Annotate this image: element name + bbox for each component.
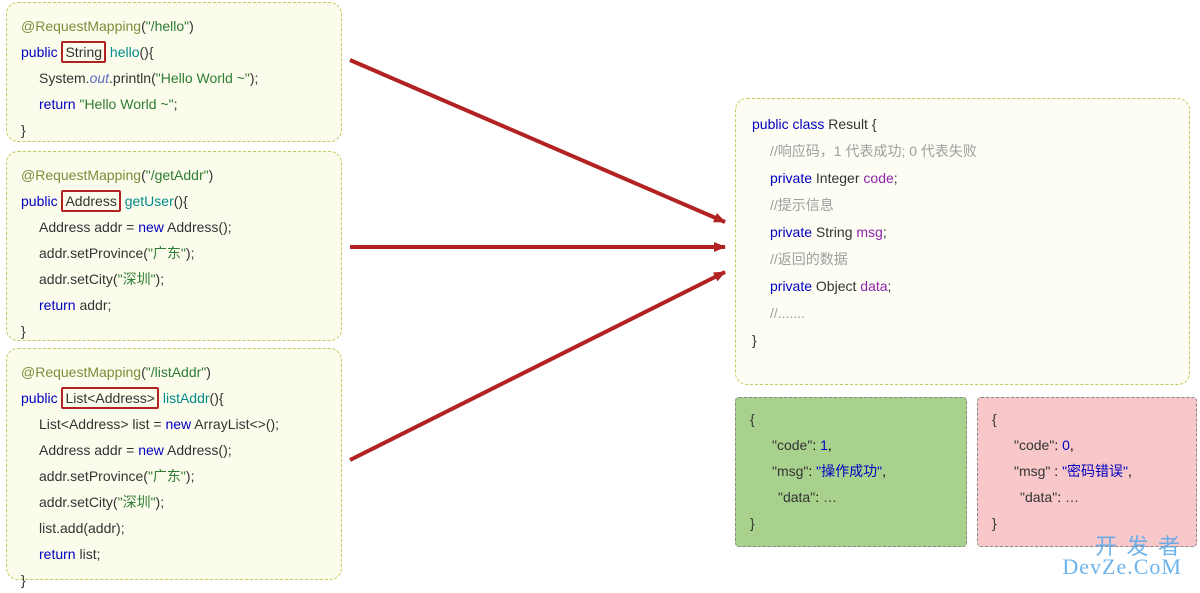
code-line: return addr;	[21, 292, 327, 318]
code-line: Address addr = new Address();	[21, 214, 327, 240]
return-type-highlight: String	[61, 41, 106, 63]
json-line: "code": 0,	[992, 432, 1182, 458]
annotation: @RequestMapping	[21, 18, 141, 34]
code-line: }	[21, 117, 327, 143]
json-line: "data": …	[750, 484, 952, 510]
code-line: addr.setCity("深圳");	[21, 266, 327, 292]
code-comment: //响应码，1 代表成功; 0 代表失败	[752, 138, 1173, 165]
code-line: }	[21, 318, 327, 344]
code-line: @RequestMapping("/listAddr")	[21, 359, 327, 385]
code-comment: //.......	[752, 300, 1173, 327]
code-line: list.add(addr);	[21, 515, 327, 541]
json-line: "data": …	[992, 484, 1182, 510]
code-line: @RequestMapping("/getAddr")	[21, 162, 327, 188]
code-line: addr.setCity("深圳");	[21, 489, 327, 515]
code-line: System.out.println("Hello World ~");	[21, 65, 327, 91]
code-line: public class Result {	[752, 111, 1173, 138]
arrow-icon	[350, 60, 725, 222]
code-line: return list;	[21, 541, 327, 567]
code-line: private String msg;	[752, 219, 1173, 246]
code-line: public String hello(){	[21, 39, 327, 65]
json-error-example: { "code": 0, "msg" : "密码错误", "data": … }	[977, 397, 1197, 547]
code-line: @RequestMapping("/hello")	[21, 13, 327, 39]
json-success-example: { "code": 1, "msg": "操作成功", "data": … }	[735, 397, 967, 547]
json-line: "msg": "操作成功",	[750, 458, 952, 484]
code-comment: //提示信息	[752, 192, 1173, 219]
json-line: "msg" : "密码错误",	[992, 458, 1182, 484]
code-line: List<Address> list = new ArrayList<>();	[21, 411, 327, 437]
code-line: }	[21, 567, 327, 593]
code-block-getaddr: @RequestMapping("/getAddr") public Addre…	[6, 151, 342, 341]
return-type-highlight: Address	[61, 190, 120, 212]
code-line: return "Hello World ~";	[21, 91, 327, 117]
code-line: Address addr = new Address();	[21, 437, 327, 463]
code-line: private Object data;	[752, 273, 1173, 300]
json-line: "code": 1,	[750, 432, 952, 458]
code-line: addr.setProvince("广东");	[21, 463, 327, 489]
code-line: public List<Address> listAddr(){	[21, 385, 327, 411]
code-comment: //返回的数据	[752, 246, 1173, 273]
code-line: addr.setProvince("广东");	[21, 240, 327, 266]
arrow-icon	[350, 272, 725, 460]
code-line: }	[752, 327, 1173, 354]
code-line: private Integer code;	[752, 165, 1173, 192]
result-class-block: public class Result { //响应码，1 代表成功; 0 代表…	[735, 98, 1190, 385]
code-block-hello: @RequestMapping("/hello") public String …	[6, 2, 342, 142]
code-block-listaddr: @RequestMapping("/listAddr") public List…	[6, 348, 342, 580]
code-line: public Address getUser(){	[21, 188, 327, 214]
return-type-highlight: List<Address>	[61, 387, 159, 409]
